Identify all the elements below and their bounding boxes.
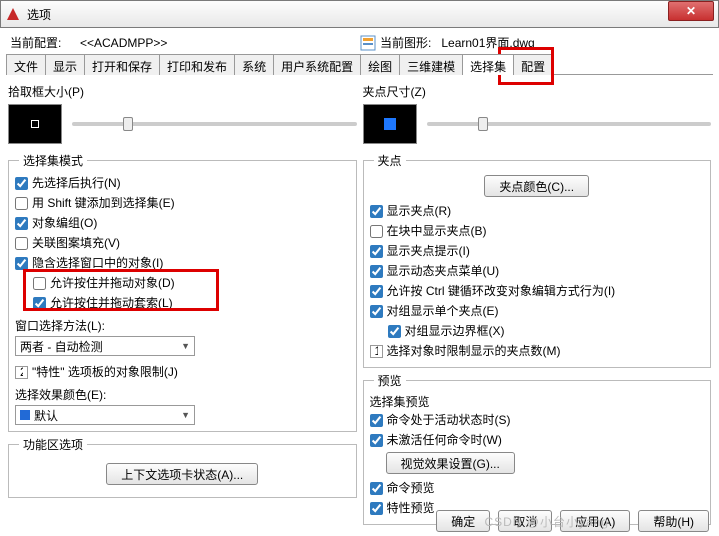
tab-system[interactable]: 系统 bbox=[234, 54, 274, 75]
grip-size-label: 夹点尺寸(Z) bbox=[363, 83, 712, 100]
grip-limit-label: 选择对象时限制显示的夹点数(M) bbox=[387, 342, 561, 360]
chk-group-single-grip[interactable] bbox=[370, 305, 383, 318]
chk-drag-lasso[interactable] bbox=[33, 297, 46, 310]
tab-plot[interactable]: 打印和发布 bbox=[159, 54, 235, 75]
profile-bar: 当前配置: <<ACADMPP>> 当前图形: Learn01界面.dwg bbox=[0, 28, 719, 53]
help-button[interactable]: 帮助(H) bbox=[638, 510, 709, 532]
tab-selection[interactable]: 选择集 bbox=[462, 54, 514, 75]
selection-preview-title: 选择集预览 bbox=[370, 393, 705, 410]
tab-drafting[interactable]: 绘图 bbox=[360, 54, 400, 75]
grip-title: 夹点 bbox=[374, 152, 406, 169]
chk-drag-object[interactable] bbox=[33, 277, 46, 290]
chk-show-grips[interactable] bbox=[370, 205, 383, 218]
effect-color-combo[interactable]: 默认 ▼ bbox=[15, 405, 195, 425]
tab-userpref[interactable]: 用户系统配置 bbox=[273, 54, 361, 75]
window-method-label: 窗口选择方法(L): bbox=[15, 317, 350, 334]
grip-color-button[interactable]: 夹点颜色(C)... bbox=[484, 175, 589, 197]
tab-3d[interactable]: 三维建模 bbox=[399, 54, 463, 75]
chk-cmd-preview[interactable] bbox=[370, 482, 383, 495]
preview-group: 预览 选择集预览 命令处于活动状态时(S) 未激活任何命令时(W) 视觉效果设置… bbox=[363, 372, 712, 525]
chk-prop-preview[interactable] bbox=[370, 502, 383, 515]
titlebar: 选项 ✕ bbox=[0, 0, 719, 28]
left-column: 拾取框大小(P) 选择集模式 先选择后执行(N) 用 Shift 键添加到选择集… bbox=[8, 79, 357, 529]
tabs: 文件 显示 打开和保存 打印和发布 系统 用户系统配置 绘图 三维建模 选择集 … bbox=[6, 53, 713, 75]
right-column: 夹点尺寸(Z) 夹点 夹点颜色(C)... 显示夹点(R) 在块中显示夹点(B)… bbox=[363, 79, 712, 529]
current-drawing-label: 当前图形: bbox=[380, 34, 431, 51]
chevron-down-icon: ▼ bbox=[181, 341, 190, 351]
chk-preview-active[interactable] bbox=[370, 414, 383, 427]
pickbox-slider[interactable] bbox=[72, 122, 357, 126]
apply-button[interactable]: 应用(A) bbox=[560, 510, 630, 532]
tab-files[interactable]: 文件 bbox=[6, 54, 46, 75]
chk-preselect[interactable] bbox=[15, 177, 28, 190]
chk-shift-add[interactable] bbox=[15, 197, 28, 210]
close-button[interactable]: ✕ bbox=[668, 1, 714, 21]
chk-dyn-grip-menu[interactable] bbox=[370, 265, 383, 278]
current-drawing-value: Learn01界面.dwg bbox=[441, 34, 534, 51]
ribbon-options-group: 功能区选项 上下文选项卡状态(A)... bbox=[8, 436, 357, 498]
chk-grips-in-block[interactable] bbox=[370, 225, 383, 238]
chk-assoc-hatch[interactable] bbox=[15, 237, 28, 250]
color-swatch-icon bbox=[20, 410, 30, 420]
chk-object-group[interactable] bbox=[15, 217, 28, 230]
cancel-button[interactable]: 取消 bbox=[498, 510, 552, 532]
chk-group-bbox[interactable] bbox=[388, 325, 401, 338]
tab-display[interactable]: 显示 bbox=[45, 54, 85, 75]
dwg-icon bbox=[360, 35, 376, 51]
pickbox-size-label: 拾取框大小(P) bbox=[8, 83, 357, 100]
chk-ctrl-cycle[interactable] bbox=[370, 285, 383, 298]
pickbox-preview bbox=[8, 104, 62, 144]
prop-limit-label: "特性" 选项板的对象限制(J) bbox=[32, 363, 178, 381]
ok-button[interactable]: 确定 bbox=[436, 510, 490, 532]
grip-preview bbox=[363, 104, 417, 144]
preview-title: 预览 bbox=[374, 372, 406, 389]
context-tab-state-button[interactable]: 上下文选项卡状态(A)... bbox=[106, 463, 258, 485]
window-title: 选项 bbox=[27, 6, 714, 23]
current-profile-label: 当前配置: bbox=[10, 34, 80, 51]
effect-color-label: 选择效果颜色(E): bbox=[15, 386, 350, 403]
grip-limit-input[interactable] bbox=[370, 345, 383, 358]
app-logo-icon bbox=[5, 6, 21, 22]
tab-profiles[interactable]: 配置 bbox=[513, 54, 553, 75]
dialog-footer: 确定 取消 应用(A) 帮助(H) bbox=[436, 510, 709, 532]
visual-effect-button[interactable]: 视觉效果设置(G)... bbox=[386, 452, 515, 474]
chk-grip-tips[interactable] bbox=[370, 245, 383, 258]
grip-group: 夹点 夹点颜色(C)... 显示夹点(R) 在块中显示夹点(B) 显示夹点提示(… bbox=[363, 152, 712, 368]
current-profile-value: <<ACADMPP>> bbox=[80, 36, 360, 50]
window-method-combo[interactable]: 两者 - 自动检测▼ bbox=[15, 336, 195, 356]
ribbon-options-title: 功能区选项 bbox=[19, 436, 87, 453]
chevron-down-icon: ▼ bbox=[181, 410, 190, 420]
grip-slider[interactable] bbox=[427, 122, 712, 126]
selection-mode-title: 选择集模式 bbox=[19, 152, 87, 169]
chk-implied-window[interactable] bbox=[15, 257, 28, 270]
prop-limit-input[interactable] bbox=[15, 366, 28, 379]
chk-preview-noactive[interactable] bbox=[370, 434, 383, 447]
tab-open-save[interactable]: 打开和保存 bbox=[84, 54, 160, 75]
selection-mode-group: 选择集模式 先选择后执行(N) 用 Shift 键添加到选择集(E) 对象编组(… bbox=[8, 152, 357, 432]
